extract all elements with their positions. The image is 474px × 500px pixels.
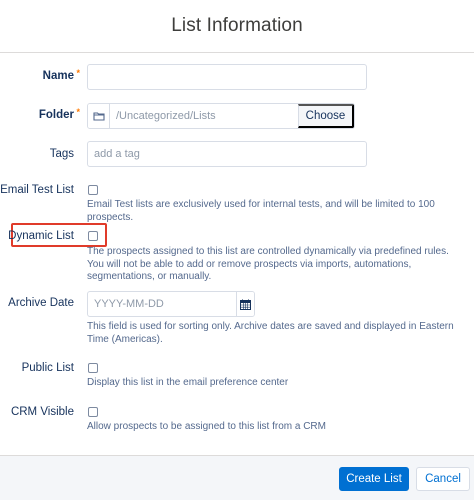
public-list-checkbox[interactable] [88, 363, 98, 373]
calendar-icon[interactable] [236, 292, 254, 316]
name-input[interactable] [87, 64, 367, 90]
tags-input[interactable]: add a tag [87, 141, 367, 167]
dynamic-list-help-line1: The prospects assigned to this list are … [87, 246, 449, 257]
archive-date-input[interactable]: YYYY-MM-DD [88, 292, 236, 316]
dynamic-list-label: Dynamic List [8, 230, 74, 242]
email-test-list-help: Email Test lists are exclusively used fo… [87, 199, 435, 223]
cancel-button[interactable]: Cancel [416, 467, 470, 491]
choose-folder-button[interactable]: Choose [298, 104, 354, 128]
archive-date-field: YYYY-MM-DD [87, 291, 255, 317]
modal-title: List Information [171, 15, 303, 36]
folder-path: /Uncategorized/Lists [116, 110, 216, 122]
required-marker: * [76, 68, 80, 78]
crm-visible-help: Allow prospects to be assigned to this l… [87, 421, 326, 432]
folder-label: Folder * [38, 107, 80, 121]
public-list-label: Public List [21, 362, 74, 374]
folder-field: /Uncategorized/Lists Choose [87, 103, 355, 129]
required-marker: * [76, 107, 80, 117]
archive-date-help: This field is used for sorting only. Arc… [87, 321, 454, 345]
folder-icon [88, 104, 110, 128]
dynamic-list-help: The prospects assigned to this list are … [87, 246, 472, 284]
name-label: Name * [42, 68, 80, 82]
public-list-help: Display this list in the email preferenc… [87, 377, 289, 388]
tags-label: Tags [49, 148, 74, 160]
dynamic-list-checkbox[interactable] [88, 231, 98, 241]
dynamic-list-help-line2: You will not be able to add or remove pr… [87, 258, 412, 283]
archive-date-label: Archive Date [8, 297, 74, 309]
list-information-modal: List Information Name * Folder * /Uncatego… [0, 0, 474, 500]
crm-visible-label: CRM Visible [10, 406, 74, 418]
email-test-list-label: Email Test List [0, 184, 74, 196]
crm-visible-checkbox[interactable] [88, 407, 98, 417]
modal-footer: Create List Cancel [0, 455, 474, 500]
create-list-button[interactable]: Create List [339, 467, 409, 491]
modal-header: List Information [0, 0, 474, 53]
email-test-list-checkbox[interactable] [88, 185, 98, 195]
